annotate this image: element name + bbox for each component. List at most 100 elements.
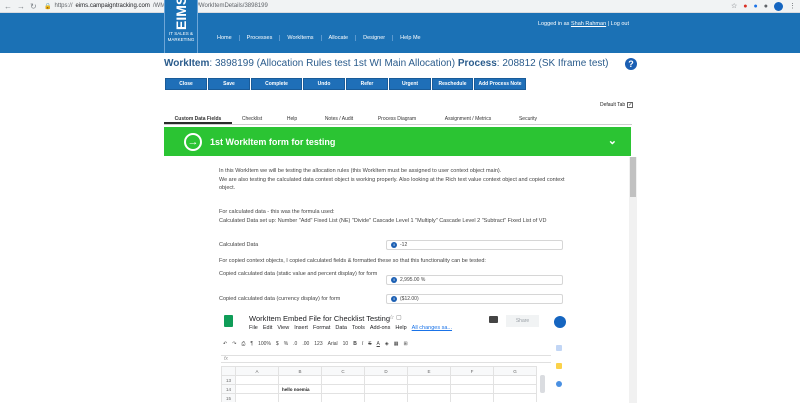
menu-tools[interactable]: Tools	[352, 325, 365, 331]
redo-icon[interactable]: ↷	[232, 341, 236, 347]
menu-addons[interactable]: Add-ons	[370, 325, 391, 331]
sheet-title[interactable]: WorkItem Embed File for Checklist Testin…	[249, 314, 390, 323]
back-icon[interactable]: ←	[4, 2, 12, 11]
nav-allocate[interactable]: Allocate	[322, 35, 357, 41]
form-scrollbar[interactable]	[629, 157, 637, 403]
keep-icon[interactable]	[556, 363, 562, 369]
cell[interactable]	[450, 393, 494, 402]
column-header[interactable]: B	[278, 366, 322, 376]
currency-format[interactable]: $	[276, 341, 279, 347]
logout-link[interactable]: Log out	[611, 21, 629, 27]
column-header[interactable]: F	[450, 366, 494, 376]
calculated-data-field[interactable]: i -12	[386, 240, 563, 250]
copied-currency-field[interactable]: i ($12.00)	[386, 294, 563, 304]
menu-icon[interactable]: ⋮	[789, 2, 796, 10]
percent-format[interactable]: %	[284, 341, 288, 347]
nav-home[interactable]: Home	[210, 35, 240, 41]
refer-button[interactable]: Refer	[346, 78, 388, 90]
account-avatar[interactable]	[554, 316, 566, 328]
complete-button[interactable]: Complete	[251, 78, 302, 90]
nav-processes[interactable]: Processes	[240, 35, 281, 41]
urgent-button[interactable]: Urgent	[389, 78, 431, 90]
info-icon[interactable]: i	[391, 242, 397, 248]
cell-hello-noemia[interactable]: hello noemia	[278, 384, 322, 394]
menu-insert[interactable]: Insert	[294, 325, 308, 331]
menu-file[interactable]: File	[249, 325, 258, 331]
undo-button[interactable]: Undo	[303, 78, 345, 90]
undo-icon[interactable]: ↶	[223, 341, 227, 347]
saved-status[interactable]: All changes sa...	[412, 325, 452, 331]
column-header[interactable]: A	[235, 366, 279, 376]
cell[interactable]	[407, 393, 451, 402]
form-banner[interactable]: → 1st WorkItem form for testing ⌄	[164, 127, 631, 156]
cell[interactable]	[493, 375, 537, 385]
comment-icon[interactable]	[489, 316, 498, 323]
row-header[interactable]: 13	[221, 375, 236, 385]
text-color-icon[interactable]: A	[377, 341, 380, 347]
cell[interactable]	[235, 384, 279, 394]
cell[interactable]	[321, 393, 365, 402]
strikethrough-icon[interactable]: S	[368, 341, 371, 347]
star-icon[interactable]: ☆	[731, 2, 737, 10]
cell[interactable]	[407, 375, 451, 385]
address-bar[interactable]: 🔒 https://eims.campaigntracking.com/WMS/…	[44, 3, 731, 10]
column-header[interactable]: D	[364, 366, 408, 376]
menu-help[interactable]: Help	[395, 325, 406, 331]
extension-icon[interactable]: ●	[743, 3, 747, 10]
scrollbar-thumb[interactable]	[630, 157, 636, 197]
tab-help[interactable]: Help	[272, 113, 312, 124]
cell[interactable]	[493, 384, 537, 394]
extension-icon[interactable]: ●	[764, 3, 768, 10]
tab-checklist[interactable]: Checklist	[232, 113, 272, 124]
tasks-icon[interactable]	[556, 381, 562, 387]
sheet-scrollbar[interactable]	[540, 375, 545, 393]
corner-cell[interactable]	[221, 366, 236, 376]
menu-view[interactable]: View	[277, 325, 289, 331]
menu-format[interactable]: Format	[313, 325, 330, 331]
share-button[interactable]: Share	[506, 315, 539, 327]
menu-edit[interactable]: Edit	[263, 325, 272, 331]
row-header[interactable]: 15	[221, 393, 236, 402]
nav-workitems[interactable]: WorkItems	[280, 35, 322, 41]
bold-icon[interactable]: B	[353, 341, 357, 347]
cell[interactable]	[235, 375, 279, 385]
cell[interactable]	[407, 384, 451, 394]
nav-designer[interactable]: Designer	[356, 35, 394, 41]
print-icon[interactable]: ⎙	[241, 341, 245, 347]
cell[interactable]	[235, 393, 279, 402]
italic-icon[interactable]: I	[362, 341, 363, 347]
font-select[interactable]: Arial	[328, 341, 338, 347]
decrease-decimal[interactable]: .0	[293, 341, 297, 347]
help-icon[interactable]: ?	[625, 58, 637, 70]
fill-color-icon[interactable]: ◈	[385, 341, 389, 347]
column-header[interactable]: G	[493, 366, 537, 376]
merge-icon[interactable]: ⊞	[403, 341, 407, 347]
star-icon[interactable]: ☆ ▢	[389, 314, 402, 321]
cell[interactable]	[493, 393, 537, 402]
nav-help-me[interactable]: Help Me	[393, 35, 427, 41]
cell[interactable]	[321, 384, 365, 394]
menu-data[interactable]: Data	[335, 325, 347, 331]
cell[interactable]	[364, 375, 408, 385]
chevron-down-icon[interactable]: ⌄	[608, 134, 617, 147]
paint-format-icon[interactable]: ¶	[250, 341, 253, 347]
zoom-select[interactable]: 100%	[258, 341, 271, 347]
tab-custom-data-fields[interactable]: Custom Data Fields	[164, 113, 232, 124]
profile-avatar[interactable]	[774, 1, 783, 11]
info-icon[interactable]: i	[391, 277, 397, 283]
calendar-icon[interactable]	[556, 345, 562, 351]
eims-logo[interactable]: EIMS IT SALES & MARKETING	[164, 0, 198, 53]
save-button[interactable]: Save	[208, 78, 250, 90]
more-formats[interactable]: 123	[314, 341, 322, 347]
extension-icon[interactable]: ●	[754, 3, 758, 10]
borders-icon[interactable]: ▦	[394, 341, 399, 347]
cell[interactable]	[364, 393, 408, 402]
increase-decimal[interactable]: .00	[302, 341, 309, 347]
tab-process-diagram[interactable]: Process Diagram	[366, 113, 428, 124]
close-button[interactable]: Close	[165, 78, 207, 90]
copied-percent-field[interactable]: i 2,995.00 %	[386, 275, 563, 285]
reschedule-button[interactable]: Reschedule	[432, 78, 473, 90]
embedded-google-sheet[interactable]: WorkItem Embed File for Checklist Testin…	[219, 313, 567, 402]
tab-security[interactable]: Security	[508, 113, 548, 124]
column-header[interactable]: E	[407, 366, 451, 376]
